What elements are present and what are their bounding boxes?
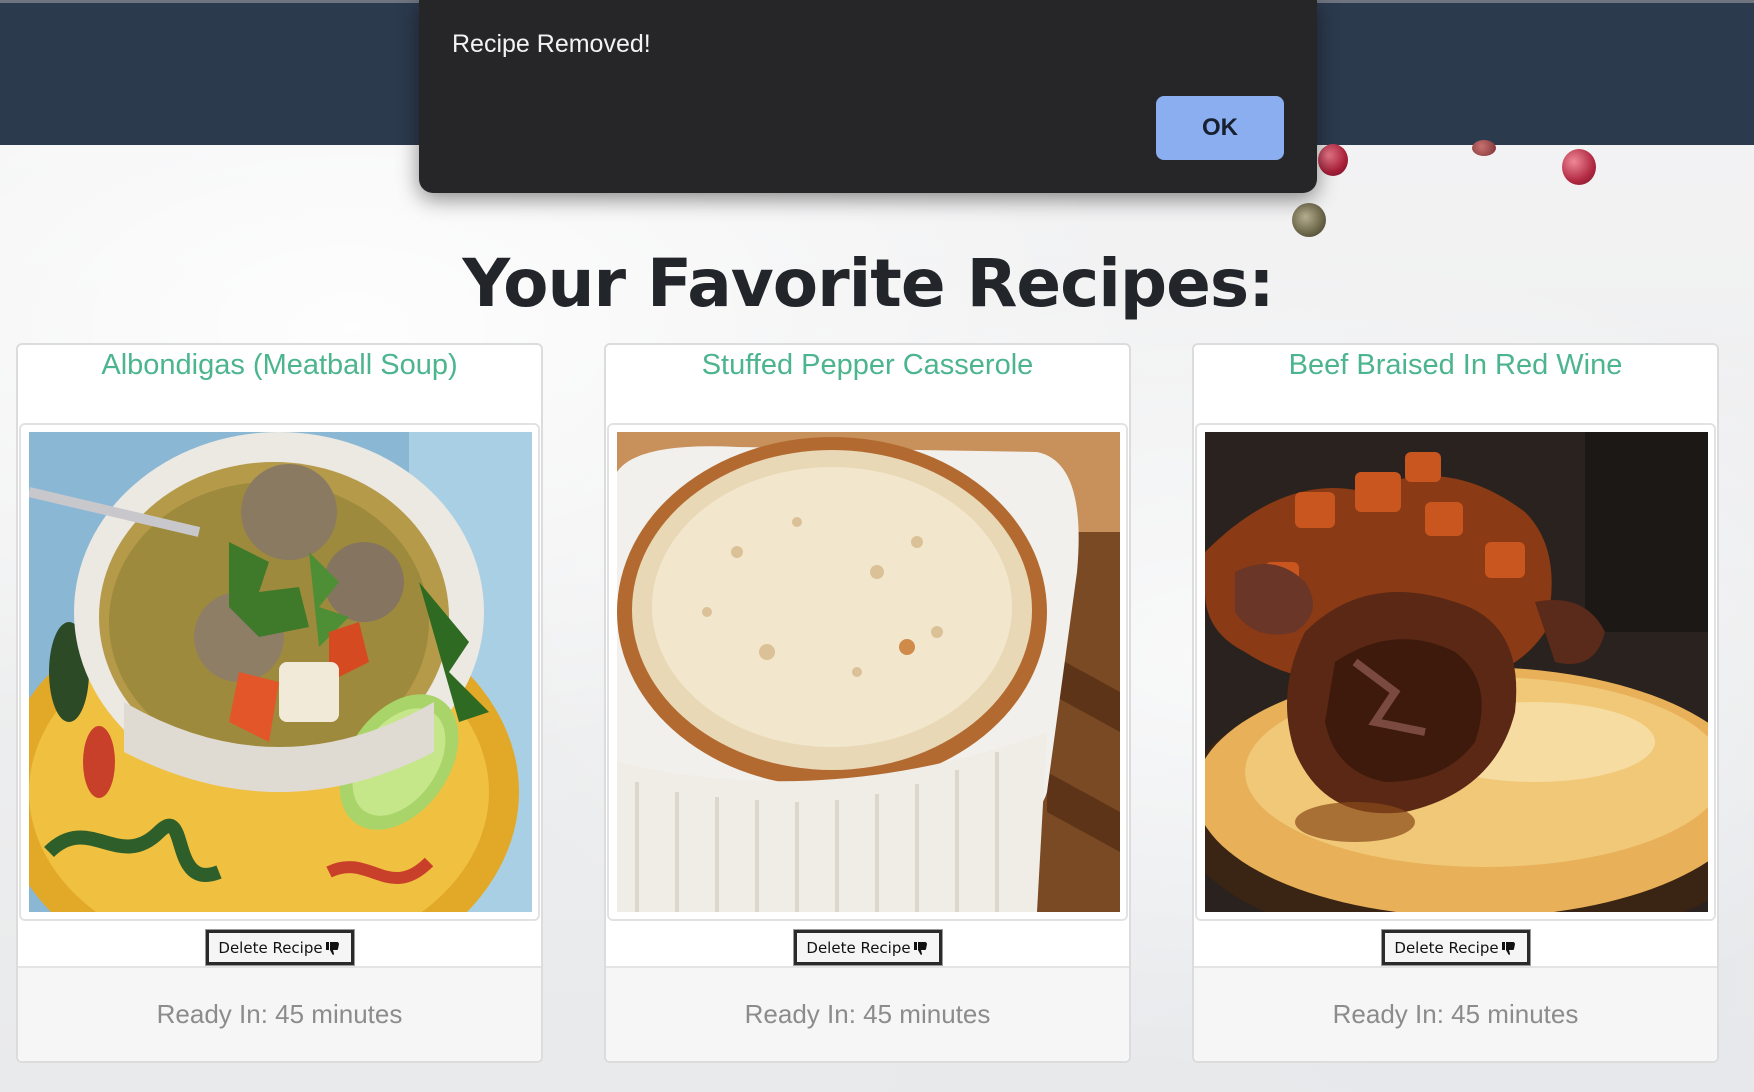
recipe-ready-time: Ready In: 45 minutes [1194,966,1717,1061]
alert-dialog: Recipe Removed! OK [419,0,1317,193]
peppercorn-decoration [1472,140,1496,156]
recipe-card: Albondigas (Meatball Soup) Delete Recipe… [16,343,543,1063]
recipe-image-frame [607,423,1128,921]
thumbs-down-icon [325,941,339,955]
delete-recipe-button[interactable]: Delete Recipe [204,929,355,966]
recipe-ready-time: Ready In: 45 minutes [18,966,541,1061]
alert-message: Recipe Removed! [452,30,651,58]
recipe-card: Beef Braised In Red Wine Delete Recipe R… [1192,343,1719,1063]
delete-recipe-label: Delete Recipe [218,938,323,957]
alert-ok-button[interactable]: OK [1156,96,1284,160]
page-title: Your Favorite Recipes: [462,245,1274,322]
delete-recipe-label: Delete Recipe [1394,938,1499,957]
delete-recipe-button[interactable]: Delete Recipe [1380,929,1531,966]
recipe-image-stuffed-pepper-casserole[interactable] [617,432,1120,912]
delete-recipe-button[interactable]: Delete Recipe [792,929,943,966]
peppercorn-decoration [1292,203,1326,237]
recipe-image-frame [19,423,540,921]
recipe-title-link[interactable]: Beef Braised In Red Wine [1194,345,1717,425]
peppercorn-decoration [1562,149,1596,185]
recipe-card: Stuffed Pepper Casserole Delete Recipe R… [604,343,1131,1063]
thumbs-down-icon [913,941,927,955]
recipe-image-meatball-soup[interactable] [29,432,532,912]
recipe-title-link[interactable]: Albondigas (Meatball Soup) [18,345,541,425]
recipe-image-frame [1195,423,1716,921]
recipe-ready-time: Ready In: 45 minutes [606,966,1129,1061]
recipe-title-link[interactable]: Stuffed Pepper Casserole [606,345,1129,425]
thumbs-down-icon [1501,941,1515,955]
peppercorn-decoration [1318,144,1348,176]
delete-recipe-label: Delete Recipe [806,938,911,957]
recipe-image-beef-braised-in-red-wine[interactable] [1205,432,1708,912]
